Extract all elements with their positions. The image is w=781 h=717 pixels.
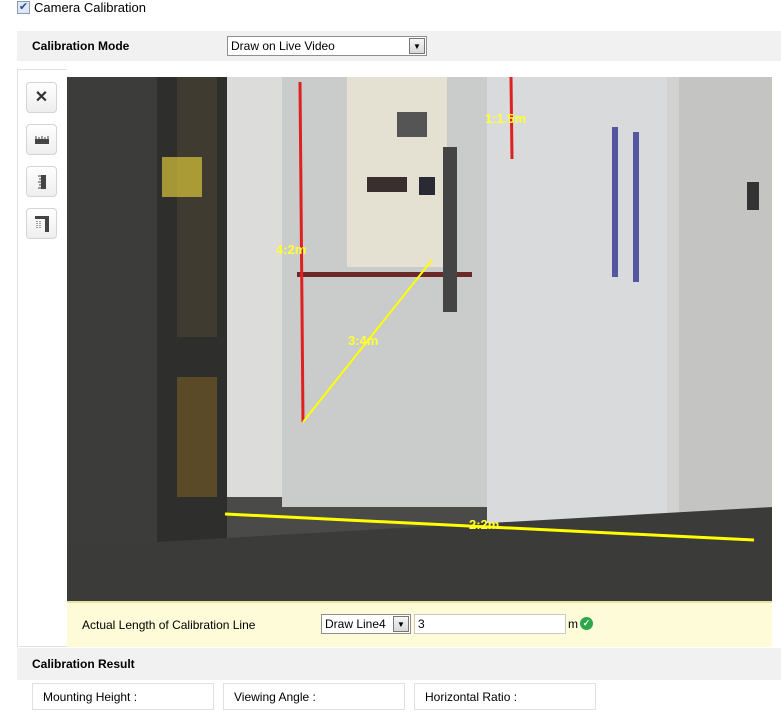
- drawing-toolbar: ✕: [17, 69, 67, 647]
- chevron-down-icon[interactable]: ▼: [409, 38, 425, 54]
- line-label-2: 2:2m: [469, 517, 499, 532]
- unit-label: m: [568, 617, 578, 631]
- check-icon: ✓: [580, 617, 593, 630]
- calibration-mode-row: Calibration Mode Draw on Live Video ▼: [17, 31, 781, 61]
- viewing-angle-field: Viewing Angle :: [223, 683, 405, 710]
- calibration-mode-select[interactable]: Draw on Live Video ▼: [227, 36, 427, 56]
- camera-calibration-label: Camera Calibration: [34, 0, 146, 15]
- calibration-result-header: Calibration Result: [17, 648, 781, 680]
- line-label-3: 3:4m: [348, 333, 378, 348]
- horizontal-ruler-icon[interactable]: [26, 124, 57, 155]
- line-select[interactable]: Draw Line4 ▼: [321, 614, 411, 634]
- calibration-result-title: Calibration Result: [32, 657, 135, 671]
- calibration-line-bar: Actual Length of Calibration Line Draw L…: [67, 601, 772, 647]
- length-input[interactable]: [414, 614, 566, 634]
- video-scene: 1:1.5m 2:2m 3:4m 4:2m: [67, 76, 772, 601]
- camera-calibration-checkbox[interactable]: ✔: [17, 1, 30, 14]
- chevron-down-icon[interactable]: ▼: [393, 616, 409, 632]
- vertical-ruler-icon[interactable]: [26, 166, 57, 197]
- line-label-1: 1:1.5m: [485, 111, 526, 126]
- calibration-mode-value: Draw on Live Video: [231, 39, 335, 53]
- line-label-4: 4:2m: [276, 242, 306, 257]
- actual-length-label: Actual Length of Calibration Line: [82, 618, 256, 632]
- mounting-height-label: Mounting Height :: [43, 690, 138, 704]
- mounting-height-field: Mounting Height :: [32, 683, 214, 710]
- close-icon[interactable]: ✕: [26, 82, 57, 113]
- horizontal-ratio-label: Horizontal Ratio :: [425, 690, 518, 704]
- live-video[interactable]: 1:1.5m 2:2m 3:4m 4:2m: [67, 76, 772, 601]
- verify-ruler-icon[interactable]: [26, 208, 57, 239]
- calibration-mode-label: Calibration Mode: [32, 39, 130, 53]
- line-select-value: Draw Line4: [325, 617, 386, 631]
- horizontal-ratio-field: Horizontal Ratio :: [414, 683, 596, 710]
- viewing-angle-label: Viewing Angle :: [234, 690, 316, 704]
